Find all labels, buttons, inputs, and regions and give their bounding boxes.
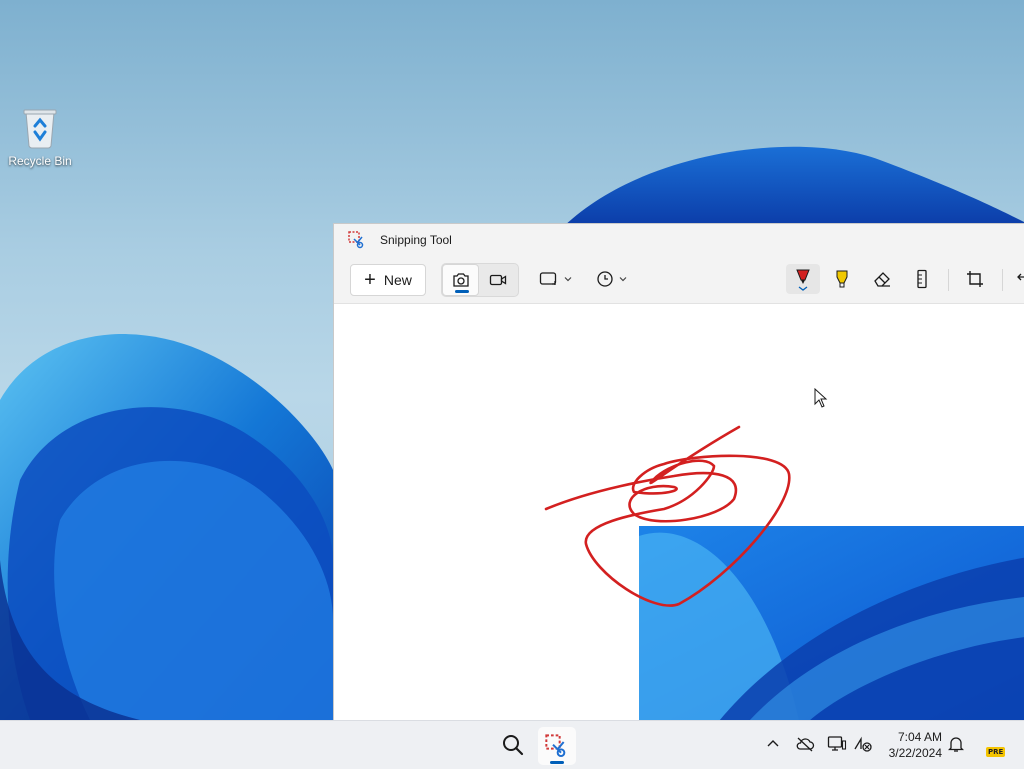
new-button-label: New (383, 272, 412, 288)
taskbar-search-button[interactable] (498, 731, 528, 759)
desktop-icon-label: Recycle Bin (8, 154, 72, 168)
title-bar[interactable]: Snipping Tool (334, 224, 1024, 256)
crop-icon (967, 271, 983, 287)
preview-build-badge: PRE (986, 747, 1006, 757)
snip-shape-dropdown[interactable] (539, 264, 573, 294)
toolbar-separator (1002, 269, 1003, 291)
plus-icon: + (364, 269, 376, 291)
chevron-down-icon (619, 277, 627, 282)
display-icon (827, 736, 847, 751)
ruler-button[interactable] (905, 264, 939, 294)
clock-date: 3/22/2024 (888, 746, 942, 760)
onedrive-tray-button[interactable] (794, 734, 816, 754)
delay-dropdown[interactable] (596, 264, 628, 294)
show-hidden-icons-button[interactable] (764, 735, 782, 753)
bell-icon (948, 737, 964, 752)
pen-icon (796, 269, 810, 291)
taskbar-clock[interactable]: 7:04 AM 3/22/2024 (880, 729, 942, 761)
snipping-tool-icon (545, 734, 566, 757)
camera-icon (452, 273, 469, 287)
highlighter-icon (836, 270, 848, 288)
taskbar-snipping-tool-button[interactable] (538, 727, 576, 765)
search-icon (503, 735, 524, 756)
network-tray-button[interactable] (852, 734, 874, 754)
undo-icon (1017, 273, 1024, 281)
clock-time: 7:04 AM (897, 730, 942, 744)
ballpoint-pen-button[interactable] (786, 264, 820, 294)
rectangle-icon (539, 272, 557, 285)
toolbar: + New (334, 256, 1024, 304)
video-mode-button[interactable] (479, 264, 516, 296)
cloud-offline-icon (796, 737, 815, 752)
display-tray-button[interactable] (826, 734, 848, 754)
new-snip-button[interactable]: + New (350, 264, 426, 296)
eraser-icon (874, 272, 890, 287)
running-indicator (550, 761, 564, 764)
chevron-up-icon (767, 740, 779, 747)
notifications-button[interactable] (946, 734, 966, 754)
active-indicator (455, 290, 469, 293)
snipping-tool-icon (348, 231, 364, 249)
recycle-bin-icon (20, 106, 60, 150)
clock-icon (597, 271, 613, 287)
highlighter-button[interactable] (825, 264, 859, 294)
toolbar-separator (948, 269, 949, 291)
crop-button[interactable] (958, 264, 992, 294)
chevron-down-icon (564, 277, 572, 282)
taskbar: 7:04 AM 3/22/2024 PRE (0, 720, 1024, 769)
mouse-cursor-icon (814, 388, 828, 408)
desktop-icon-recycle-bin[interactable]: Recycle Bin (6, 106, 74, 168)
eraser-button[interactable] (865, 264, 899, 294)
screenshot-mode-button[interactable] (442, 264, 479, 296)
snipping-tool-window[interactable]: Snipping Tool + New (333, 223, 1024, 721)
screenshot-canvas[interactable] (334, 304, 1024, 721)
ruler-icon (917, 269, 927, 289)
undo-button[interactable] (1010, 264, 1024, 294)
ink-annotation (544, 425, 791, 607)
network-icon (854, 736, 872, 752)
video-camera-icon (489, 274, 506, 286)
window-title: Snipping Tool (380, 233, 452, 247)
capture-mode-toggle (441, 263, 519, 297)
